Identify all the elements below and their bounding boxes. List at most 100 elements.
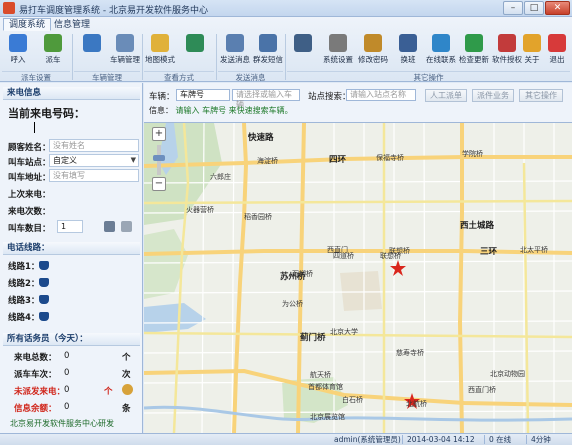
- city-map[interactable]: 快速路 学院桥 海淀桥 四环 保福寺桥 六郎庄 火器营桥 稻香园桥 西土城路 三环 北太平桥 西直门联…: [144, 123, 572, 433]
- app-window: 易打车调度管理系统 - 北京易开发软件服务中心 – □ ✕ 调度系统 信息管理 …: [0, 0, 572, 445]
- pickup-station-label: 叫车站点：: [8, 158, 51, 168]
- tool-button-vehicle[interactable]: 车辆管理: [109, 34, 141, 68]
- tool-button-dispatch[interactable]: [76, 34, 108, 68]
- caller-number-field[interactable]: [10, 121, 135, 134]
- map-label: 火器营桥: [186, 206, 214, 214]
- pickup-address-input[interactable]: 没有填写: [49, 169, 139, 182]
- tool-button-shift[interactable]: 换班: [392, 34, 424, 68]
- phone-line-label: 线路4：: [8, 313, 40, 323]
- tab-dispatch-system[interactable]: 调度系统: [3, 18, 52, 31]
- zoom-slider-handle[interactable]: [153, 155, 165, 161]
- map-label: 保福寺桥: [376, 154, 404, 162]
- settings-icon: [329, 34, 347, 52]
- group-separator: [72, 34, 73, 80]
- map-label: 六郎庄: [210, 173, 231, 181]
- vehicle-search-bar: 车辆： 车牌号 请选择或输入车辆 站点搜索： 请输入站点名称 人工派单 派件业务…: [144, 83, 572, 123]
- keypad-icon: [294, 34, 312, 52]
- phone-line-2: 线路2：: [8, 277, 49, 290]
- stat-value: 0: [64, 351, 70, 361]
- pickup-station-select[interactable]: 自定义 ▼: [49, 154, 139, 167]
- operator-stats-header: 所有话务员（今天）：: [3, 333, 140, 346]
- map-label: 海淀桥: [257, 157, 278, 165]
- zoom-control: + −: [150, 127, 168, 193]
- manual-dispatch-button[interactable]: 人工派单: [425, 89, 467, 102]
- last-call-row: 上次来电：: [8, 186, 138, 200]
- map-label: 首都体育馆: [308, 383, 343, 391]
- pickup-address-label: 叫车地址：: [8, 173, 51, 183]
- save-icon[interactable]: [104, 221, 115, 232]
- call-count-label: 来电次数：: [8, 207, 51, 217]
- stat-sms-balance: 信息余额： 0 条: [8, 400, 138, 414]
- phone-in-icon: [9, 34, 27, 52]
- campus-area: [340, 271, 382, 311]
- vehicle-search-input[interactable]: 请选择或输入车辆: [232, 89, 300, 109]
- tool-button-map-mode[interactable]: 地图模式: [144, 34, 176, 68]
- zoom-out-button[interactable]: −: [152, 177, 166, 191]
- tool-button-car[interactable]: 派车: [37, 34, 69, 68]
- vehicle-type-value: 车牌号: [180, 90, 204, 99]
- exit-icon: [548, 34, 566, 52]
- map-label: 白石桥: [342, 396, 363, 404]
- tool-label: 系统设置: [323, 55, 353, 64]
- tool-button-exit[interactable]: 退出: [541, 34, 572, 68]
- tool-button-keypad[interactable]: [287, 34, 319, 68]
- tool-button-sms[interactable]: 群发短信: [252, 34, 284, 68]
- maximize-button[interactable]: □: [524, 1, 544, 15]
- tool-button-refresh[interactable]: [179, 34, 211, 68]
- tab-info-management[interactable]: 信息管理: [48, 18, 96, 31]
- chevron-down-icon: ▼: [130, 156, 136, 164]
- group-label-dispatch-settings: 派车设置: [2, 71, 70, 82]
- map-label: 慈寿寺桥: [396, 349, 424, 357]
- tool-button-update[interactable]: 检查更新: [458, 34, 490, 68]
- edit-icon[interactable]: [121, 221, 132, 232]
- map-label: 西直门桥: [468, 386, 496, 394]
- tool-label: 派车: [45, 55, 61, 64]
- stat-label: 来电总数：: [14, 353, 57, 363]
- vehicle-icon: [116, 34, 134, 52]
- customer-name-input[interactable]: 没有姓名: [49, 139, 139, 152]
- vehicle-type-select[interactable]: 车牌号: [176, 89, 230, 101]
- window-title: 易打车调度管理系统 - 北京易开发软件服务中心: [19, 6, 208, 16]
- stat-dispatch-count: 派车车次： 0 次: [8, 366, 138, 380]
- map-label: 稻香园桥: [244, 213, 272, 221]
- dispatch-icon: [83, 34, 101, 52]
- info-tip-text: 请输入 车牌号 来快速搜索车辆。: [175, 106, 293, 115]
- info-tip-key: 信息：: [149, 106, 173, 115]
- info-tip: 信息： 请输入 车牌号 来快速搜索车辆。: [149, 105, 293, 116]
- customer-name-row: 顾客姓名： 没有姓名: [8, 139, 139, 153]
- tool-button-message[interactable]: 发送消息: [219, 34, 251, 68]
- minimize-button[interactable]: –: [503, 1, 523, 15]
- group-label-send-message: 发送消息: [218, 71, 283, 82]
- map-label: 北京大学: [330, 328, 358, 336]
- refresh-icon: [186, 34, 204, 52]
- car-count-row: 叫车数目： 1: [8, 220, 138, 234]
- phone-line-4: 线路4：: [8, 311, 49, 324]
- tool-button-online[interactable]: 在线联系: [425, 34, 457, 68]
- zoom-in-button[interactable]: +: [152, 127, 166, 141]
- stat-undispatched-calls: 未派发来电： 0 个: [8, 383, 138, 397]
- phone-line-3: 线路3：: [8, 294, 49, 307]
- water-area: [144, 303, 206, 333]
- search-icon[interactable]: [122, 384, 133, 395]
- caller-info-panel: 来电信息 当前来电号码： 顾客姓名： 没有姓名 叫车站点： 自定义 ▼ 叫车地址：…: [0, 83, 143, 433]
- car-count-stepper[interactable]: 1: [57, 220, 83, 233]
- tool-button-phone-in[interactable]: 呼入: [2, 34, 34, 68]
- map-label: 三环: [480, 247, 498, 257]
- tool-button-settings[interactable]: 系统设置: [322, 34, 354, 68]
- site-search-input[interactable]: 请输入站点名称: [346, 89, 416, 101]
- map-label: 联想桥: [380, 252, 401, 260]
- status-count: 4分钟: [531, 435, 551, 444]
- close-button[interactable]: ✕: [545, 1, 570, 15]
- customer-name-label: 顾客姓名：: [8, 143, 51, 153]
- dispatch-business-button[interactable]: 派件业务: [472, 89, 514, 102]
- group-separator: [142, 34, 143, 80]
- map-label: 北京展览馆: [310, 413, 345, 421]
- key-icon: [364, 34, 382, 52]
- other-operations-button[interactable]: 其它操作: [519, 89, 563, 102]
- car-count-label: 叫车数目：: [8, 224, 51, 234]
- stat-value: 0: [64, 402, 70, 412]
- tool-label: 群发短信: [253, 55, 283, 64]
- map-label: 四道桥: [333, 252, 354, 260]
- tool-button-key[interactable]: 修改密码: [357, 34, 389, 68]
- group-separator: [285, 34, 286, 80]
